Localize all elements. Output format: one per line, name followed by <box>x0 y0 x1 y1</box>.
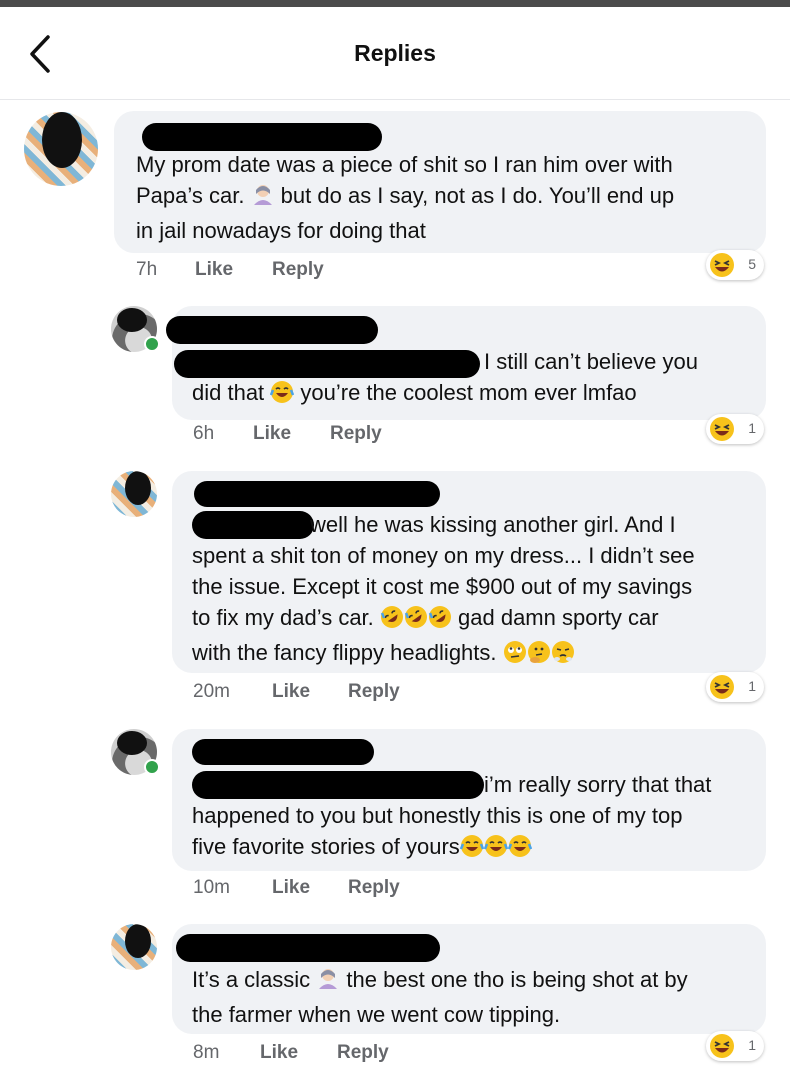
reaction-badge[interactable]: 1 <box>706 1031 764 1061</box>
redacted-name <box>176 934 440 962</box>
comment-text: It’s a classic the best one tho is being… <box>192 967 688 1027</box>
timestamp: 20m <box>193 681 230 702</box>
reaction-count: 1 <box>748 1037 756 1053</box>
comment-bubble: I still can’t believe you did that you’r… <box>166 306 766 420</box>
face-with-steam-from-nose-icon <box>551 640 575 672</box>
rolling-on-floor-laughing-icon <box>428 605 452 637</box>
online-status-dot <box>144 336 160 352</box>
laughing-emoji-icon <box>710 417 734 441</box>
comment-bubble: well he was kissing another girl. And I … <box>172 471 766 673</box>
face-with-tears-of-joy-icon <box>459 834 484 866</box>
face-with-rolling-eyes-icon <box>503 640 527 672</box>
rolling-on-floor-laughing-icon <box>380 605 404 637</box>
reply-button[interactable]: Reply <box>272 259 324 281</box>
face-with-tears-of-joy-icon <box>270 380 295 412</box>
redacted-name <box>194 481 440 507</box>
comment-text: well he was kissing another girl. And I … <box>192 509 695 672</box>
avatar[interactable] <box>111 471 157 517</box>
reaction-badge[interactable]: 5 <box>706 250 764 280</box>
comment-bubble: My prom date was a piece of shit so I ra… <box>114 111 766 253</box>
timestamp: 8m <box>193 1042 220 1063</box>
reply-button[interactable]: Reply <box>330 423 382 445</box>
reply-button[interactable]: Reply <box>337 1042 389 1064</box>
laughing-emoji-icon <box>710 1034 734 1058</box>
header: Replies <box>0 7 790 100</box>
redacted-name <box>142 123 382 151</box>
reply-button[interactable]: Reply <box>348 877 400 899</box>
like-button[interactable]: Like <box>272 681 310 703</box>
comment-text: i’m really sorry that that happened to y… <box>192 769 711 866</box>
like-button[interactable]: Like <box>272 877 310 899</box>
reply-button[interactable]: Reply <box>348 681 400 703</box>
rolling-on-floor-laughing-icon <box>404 605 428 637</box>
window-top-bar <box>0 0 790 7</box>
redacted-name <box>166 316 378 344</box>
face-with-tears-of-joy-icon <box>483 834 508 866</box>
comment-text: I still can’t believe you did that you’r… <box>192 346 698 412</box>
reaction-badge[interactable]: 1 <box>706 414 764 444</box>
reaction-count: 5 <box>748 256 756 272</box>
person-shrugging-emoji-icon <box>316 967 340 999</box>
face-with-tears-of-joy-icon <box>507 834 532 866</box>
laughing-emoji-icon <box>710 675 734 699</box>
online-status-dot <box>144 759 160 775</box>
redacted-name <box>192 739 374 765</box>
thinking-face-icon <box>527 640 551 672</box>
timestamp: 10m <box>193 877 230 898</box>
timestamp: 6h <box>193 423 215 444</box>
like-button[interactable]: Like <box>260 1042 298 1064</box>
comment-bubble: i’m really sorry that that happened to y… <box>172 729 766 871</box>
reaction-badge[interactable]: 1 <box>706 672 764 702</box>
avatar[interactable] <box>24 112 98 186</box>
timestamp: 7h <box>136 259 158 280</box>
comment-text: My prom date was a piece of shit so I ra… <box>136 152 675 243</box>
reaction-count: 1 <box>748 678 756 694</box>
page-title: Replies <box>354 40 436 66</box>
reaction-count: 1 <box>748 420 756 436</box>
person-shrugging-emoji-icon <box>251 183 275 215</box>
like-button[interactable]: Like <box>195 259 233 281</box>
comment-bubble: It’s a classic the best one tho is being… <box>172 924 766 1034</box>
like-button[interactable]: Like <box>253 423 291 445</box>
avatar[interactable] <box>111 924 157 970</box>
laughing-emoji-icon <box>710 253 734 277</box>
